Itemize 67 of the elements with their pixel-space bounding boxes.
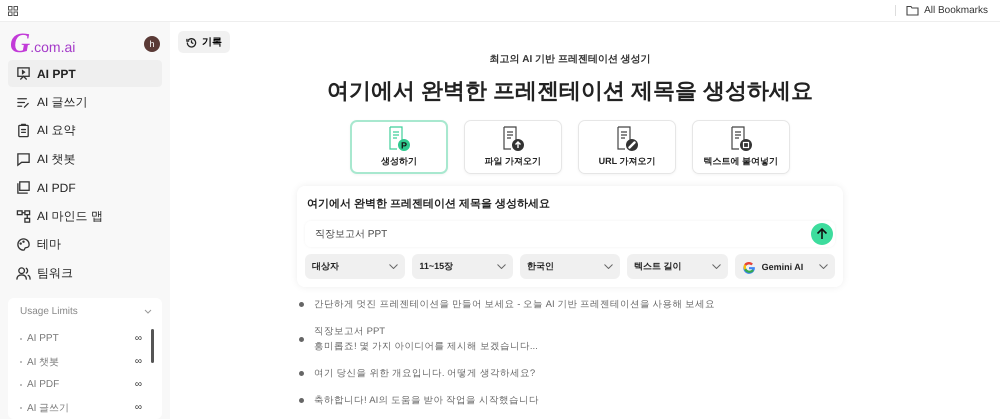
chevron-icon — [389, 264, 398, 269]
usage-value: ∞ — [134, 356, 142, 367]
suggestion-text[interactable]: 흥미롭죠! 몇 가지 아이디어를 제시해 보겠습니다... — [314, 339, 538, 354]
arrow-up-icon — [816, 228, 828, 240]
sidebar-item[interactable]: 팀워크 — [8, 260, 162, 286]
logo-letter: G — [10, 28, 30, 60]
sidebar-item[interactable]: AI 마인드 맵 — [8, 202, 162, 230]
subtitle: 최고의 AI 기반 프레젠테이션 생성기 — [489, 53, 651, 66]
chevron-icon — [604, 264, 614, 269]
dropdown[interactable]: 대상자 — [305, 254, 406, 279]
usage-value: ∞ — [134, 379, 142, 390]
sidebar-item[interactable]: AI 글쓰기 — [8, 88, 162, 116]
sidebar-item[interactable]: 테마 — [8, 231, 162, 258]
usage-label: AI 챗봇 — [27, 356, 60, 368]
scrollbar[interactable] — [151, 329, 154, 363]
bullet-icon — [299, 302, 304, 307]
chevron-icon[interactable] — [144, 309, 152, 314]
mode-tab[interactable]: 텍스트에 붙여넣기 — [692, 120, 790, 174]
suggestion-text[interactable]: 직장보고서 PPT — [314, 324, 538, 339]
document-icon — [729, 126, 753, 152]
clipboard-icon — [16, 123, 31, 138]
bullet-icon — [299, 336, 304, 342]
prompt-field[interactable]: 직장보고서 PPT — [313, 228, 811, 240]
mode-tab[interactable]: URL 가져오기 — [578, 120, 676, 174]
suggestion-text[interactable]: 여기 당신을 위한 개요입니다. 어떻게 생각하세요? — [314, 366, 536, 381]
usage-label: AI 글쓰기 — [27, 402, 70, 414]
sidebar-item[interactable]: AI PPT — [8, 60, 162, 87]
apps-icon[interactable] — [8, 6, 18, 16]
mode-tab[interactable]: P 생성하기 — [350, 120, 448, 174]
team-icon — [16, 266, 31, 280]
bullet-icon — [299, 371, 304, 376]
page-heading: 여기에서 완벽한 프레젠테이션 제목을 생성하세요 — [326, 77, 814, 105]
sidebar-item[interactable]: AI 요약 — [8, 117, 162, 144]
presentation-icon — [16, 66, 31, 81]
avatar[interactable]: h — [144, 36, 160, 52]
document-icon — [501, 126, 525, 152]
history-icon — [186, 36, 197, 48]
palette-icon — [16, 237, 31, 252]
panel-title: 여기에서 완벽한 프레젠테이션 제목을 생성하세요 — [307, 197, 552, 211]
usage-value: ∞ — [134, 402, 142, 413]
chat-icon — [16, 152, 31, 166]
bullet-icon — [299, 398, 304, 403]
usage-value: ∞ — [134, 333, 142, 344]
suggestion-text[interactable]: 간단하게 멋진 프레젠테이션을 만들어 보세요 - 오늘 AI 기반 프레젠테이션을 사용해 보세요 — [314, 297, 716, 312]
sidebar-item[interactable]: AI 챗봇 — [8, 146, 162, 172]
document-icon — [615, 126, 639, 152]
chevron-icon — [712, 264, 721, 269]
sidebar-item[interactable]: AI PDF — [8, 174, 162, 201]
chevron-icon — [819, 264, 828, 269]
pdf-icon — [16, 180, 31, 195]
mode-tab[interactable]: 파일 가져오기 — [464, 120, 562, 174]
folder-icon — [906, 5, 920, 16]
logo-text: .com.ai — [30, 39, 76, 55]
send-button[interactable] — [811, 223, 833, 245]
usage-label: AI PDF — [27, 379, 60, 390]
g-logo-icon — [742, 260, 756, 274]
dropdown[interactable]: 11~15장 — [412, 254, 513, 279]
usage-title: Usage Limits — [20, 306, 78, 317]
usage-label: AI PPT — [27, 333, 59, 344]
mindmap-icon — [16, 208, 31, 224]
dropdown[interactable]: Gemini AI — [734, 254, 836, 279]
chevron-icon — [496, 264, 506, 269]
dropdown[interactable]: 텍스트 길이 — [627, 254, 728, 279]
bookmarks-link[interactable]: All Bookmarks — [924, 5, 988, 16]
dropdown[interactable]: 한국인 — [520, 254, 620, 279]
suggestion-text[interactable]: 축하합니다! AI의 도움을 받아 작업을 시작했습니다 — [314, 393, 539, 408]
history-button[interactable]: 기록 — [178, 31, 230, 53]
